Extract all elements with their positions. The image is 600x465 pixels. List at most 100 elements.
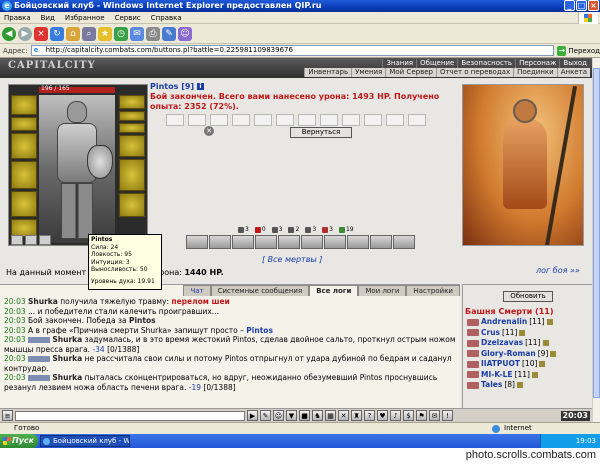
ring-slot-1[interactable] [119,111,145,121]
tab-all-logs[interactable]: Все логи [309,285,359,296]
helmet-slot[interactable] [11,95,37,115]
nav-fights[interactable]: Поединки [513,68,557,77]
forward-icon[interactable]: ▶ [18,26,32,41]
earrings-slot[interactable] [119,95,145,109]
mail-game-icon[interactable]: ✉ [429,410,440,421]
player-name[interactable]: Pintos [9] i [150,82,204,91]
favorites-icon[interactable]: ★ [98,26,112,41]
info-icon[interactable] [519,329,526,336]
page-scrollbar[interactable] [592,58,600,422]
nav-inventory[interactable]: Инвентарь [304,68,352,77]
scroll-slot[interactable] [39,235,51,245]
skill-button[interactable] [232,235,254,249]
skill-button[interactable] [209,235,231,249]
skill-button[interactable] [301,235,323,249]
trade-icon[interactable]: $ [403,410,414,421]
nav-transfer-report[interactable]: Отчет о переводах [435,68,514,77]
tab-chat[interactable]: Чат [183,285,211,296]
nav-my-server[interactable]: Мой Сервер [385,68,436,77]
skill-button[interactable] [347,235,369,249]
minimize-button[interactable]: _ [564,0,575,11]
armor-slot[interactable] [11,161,37,189]
tab-my-logs[interactable]: Мои логи [358,285,407,296]
smile-icon[interactable]: ☺ [273,410,284,421]
refresh-button[interactable]: Обновить [503,291,553,302]
menu-favorites[interactable]: Избранное [65,14,105,22]
info-icon[interactable]: i [196,83,204,90]
friends-icon[interactable]: ♥ [377,410,388,421]
nav-character[interactable]: Персонаж [515,59,560,68]
ring-slot-2[interactable] [119,123,145,133]
action-icon[interactable] [467,329,479,337]
nav-exit[interactable]: Выход [559,59,590,68]
action-icon[interactable] [467,339,479,347]
necklace-slot[interactable] [11,117,37,131]
nav-skills[interactable]: Умения [351,68,386,77]
gloves-slot[interactable] [119,135,145,157]
skill-button[interactable] [255,235,277,249]
tab-system-messages[interactable]: Системные сообщения [210,285,310,296]
legs-slot[interactable] [119,193,145,217]
menu-edit[interactable]: Правка [4,14,31,22]
go-button[interactable]: → Переход [554,45,600,56]
player-list-item[interactable]: Andrenalin [11] [467,317,591,328]
menu-view[interactable]: Вид [41,14,55,22]
player-list-item[interactable]: Crus [11] [467,328,591,339]
music-icon[interactable]: ♪ [390,410,401,421]
action-icon[interactable] [467,371,479,379]
start-button[interactable]: Пуск [0,434,38,448]
skill-button[interactable] [393,235,415,249]
menu-tools[interactable]: Сервис [115,14,141,22]
action-icon[interactable] [467,318,479,326]
action-icon[interactable] [467,360,479,368]
skill-button[interactable] [278,235,300,249]
player-list-item[interactable]: Tales [8] [467,380,591,391]
menu-help[interactable]: Справка [151,14,182,22]
maximize-button[interactable]: □ [576,0,587,11]
stop-icon[interactable]: × [34,26,48,41]
player-list-item[interactable]: Glory-Roman [9] [467,349,591,360]
nav-security[interactable]: Безопасность [457,59,516,68]
skill-button[interactable] [186,235,208,249]
scrollbar-thumb[interactable] [593,68,600,398]
chat-mode-icon[interactable]: ≡ [2,410,13,421]
edit-icon[interactable]: ✎ [162,26,176,41]
chat-input[interactable] [15,410,245,421]
home-icon[interactable]: ⌂ [66,26,80,41]
search-icon[interactable]: ⌕ [82,26,96,41]
messenger-icon[interactable]: ☺ [178,26,192,41]
back-icon[interactable]: ◀ [2,26,16,41]
action-icon[interactable] [467,350,479,358]
return-button[interactable]: Вернуться [290,127,352,138]
send-icon[interactable]: ▶ [247,410,258,421]
nav-profile[interactable]: Анкета [556,68,590,77]
nav-communication[interactable]: Общение [416,59,458,68]
battle-log-link[interactable]: лог боя »» [536,266,580,275]
address-input[interactable]: http://capitalcity.combats.com/buttons.p… [30,45,554,56]
skill-button[interactable] [370,235,392,249]
map-icon[interactable]: ▦ [325,410,336,421]
stop-chat-icon[interactable]: ✕ [338,410,349,421]
player-list-item[interactable]: Dzelzavas [11] [467,338,591,349]
nav-knowledge[interactable]: Знания [382,59,417,68]
all-dead-link[interactable]: [ Все мертвы ] [262,255,322,264]
scroll-slot[interactable] [11,235,23,245]
print-icon[interactable]: ⎙ [146,26,160,41]
info-icon[interactable] [516,382,523,389]
skill-button[interactable] [324,235,346,249]
filter-icon[interactable]: ▼ [286,410,297,421]
info-icon[interactable] [542,340,549,347]
info-icon[interactable] [531,371,538,378]
info-icon[interactable] [539,361,546,368]
history-icon[interactable]: ◷ [114,26,128,41]
player-list-item[interactable]: MI-K-LE [11] [467,370,591,381]
weapon-slot[interactable] [11,133,37,159]
refresh-icon[interactable]: ↻ [50,26,64,41]
walk-icon[interactable]: ♞ [312,410,323,421]
inventory-icon[interactable]: ♜ [351,410,362,421]
taskbar-item-browser[interactable]: Бойцовский клуб - Wi... [40,435,130,447]
clear-icon[interactable]: ✎ [260,410,271,421]
info-icon[interactable] [550,350,557,357]
scroll-slot[interactable] [25,235,37,245]
player-list-item[interactable]: IIATPUOT [10] [467,359,591,370]
